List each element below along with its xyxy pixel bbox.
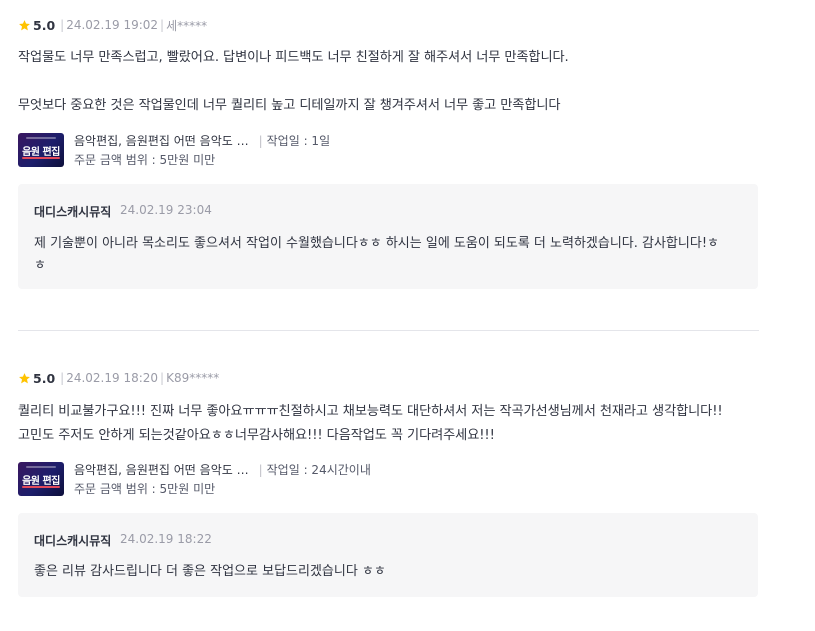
meta-separator: | <box>160 371 165 385</box>
seller-reply: 대디스캐시뮤직 24.02.19 18:22 좋은 리뷰 감사드립니다 더 좋은… <box>18 513 758 597</box>
price-range: 주문 금액 범위 : 5만원 미만 <box>74 482 216 496</box>
review-meta: 5.0 | 24.02.19 18:20 | K89***** <box>18 370 219 386</box>
review-text-line: 고민도 주저도 안하게 되는것같아요ㅎㅎ너무감사해요!!! 다음작업도 꼭 기다… <box>18 428 495 443</box>
meta-separator: | <box>258 463 263 477</box>
review-item: 5.0 | 24.02.19 18:20 | K89***** 퀄리티 비교불가… <box>18 0 759 600</box>
review-text-line: 퀄리티 비교불가구요!!! 진짜 너무 좋아요ㅠㅠㅠ친절하시고 채보능력도 대단… <box>18 404 723 419</box>
work-period: 작업일 : 24시간이내 <box>266 463 371 477</box>
reply-date: 24.02.19 18:22 <box>120 532 212 546</box>
thumbnail-decoration <box>26 466 56 468</box>
review-date: 24.02.19 18:20 <box>66 371 159 385</box>
seller-name: 대디스캐시뮤직 <box>34 534 112 548</box>
rating-score: 5.0 <box>33 370 56 386</box>
service-info: 음악편집, 음원편집 어떤 음악도 … | 작업일 : 24시간이내 <box>74 461 371 478</box>
reply-text-line: 좋은 리뷰 감사드립니다 더 좋은 작업으로 보답드리겠습니다 ㅎㅎ <box>34 564 386 579</box>
service-title-link[interactable]: 음악편집, 음원편집 어떤 음악도 … <box>74 463 249 477</box>
thumbnail-text: 음원 편집 <box>22 476 60 487</box>
review-user: K89***** <box>166 371 220 385</box>
thumbnail-decoration <box>22 486 60 488</box>
meta-separator: | <box>60 371 65 385</box>
star-icon <box>18 372 31 385</box>
service-thumbnail[interactable]: 음원 편집 <box>18 462 64 496</box>
